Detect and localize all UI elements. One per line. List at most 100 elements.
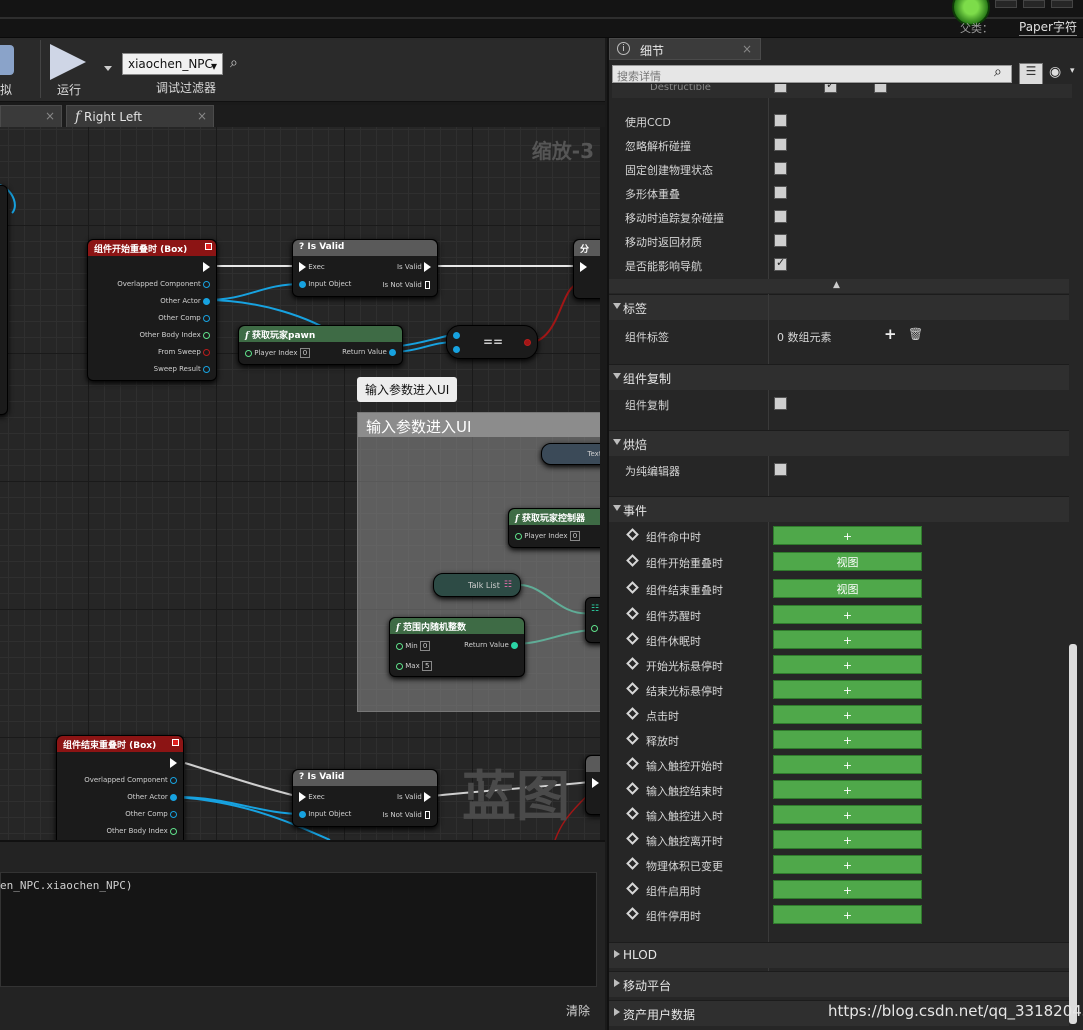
close-icon[interactable]: × (45, 109, 55, 123)
exec-out-pin[interactable] (424, 262, 431, 272)
node-array-get-partial[interactable]: ☷ (585, 597, 600, 643)
node-branch-partial[interactable]: 分 (573, 239, 600, 299)
always-create-physics-state-checkbox[interactable] (774, 162, 787, 175)
add-event-button[interactable]: + (773, 680, 922, 699)
input-pin[interactable] (453, 331, 460, 339)
section-replication[interactable]: 组件复制 (609, 364, 1069, 390)
collapse-up-icon[interactable]: ▲ (833, 280, 840, 290)
node-texture-partial[interactable]: Textu (541, 443, 600, 465)
delegate-pin-icon[interactable] (205, 243, 212, 250)
parent-class-link[interactable]: Paper字符 (1019, 18, 1077, 36)
tab-right-left[interactable]: f Right Left × (66, 105, 214, 127)
exec-in-pin[interactable] (580, 262, 587, 272)
node-end-overlap[interactable]: 组件结束重叠时 (Box) Overlapped Component Other… (56, 735, 184, 840)
player-index-input[interactable]: 0 (299, 348, 311, 358)
add-event-button[interactable]: + (773, 830, 922, 849)
search-icon[interactable]: ⌕ (994, 64, 1002, 80)
output-pin[interactable] (203, 280, 210, 288)
trace-complex-on-move-checkbox[interactable] (774, 210, 787, 223)
section-mobile[interactable]: 移动平台 (609, 971, 1069, 997)
output-pin[interactable] (170, 793, 177, 801)
add-event-button[interactable]: + (773, 655, 922, 674)
input-pin[interactable] (396, 642, 403, 650)
node-stub[interactable] (0, 185, 8, 415)
input-pin[interactable] (245, 349, 252, 357)
can-affect-navigation-checkbox[interactable] (774, 256, 787, 271)
details-search-input[interactable]: 搜索详情 (612, 65, 1012, 83)
min-input[interactable]: 0 (419, 641, 431, 651)
add-event-button[interactable]: + (773, 905, 922, 924)
node-is-valid[interactable]: ? Is Valid Exec Is Valid Input Object Is… (292, 239, 438, 297)
node-get-player-controller[interactable]: f 获取玩家控制器 Player Index 0 (508, 508, 600, 548)
node-equals[interactable]: == (446, 325, 538, 359)
checkbox[interactable] (874, 84, 887, 93)
expand-arrow-icon[interactable] (614, 1008, 620, 1016)
simulate-label[interactable]: 拟 (0, 81, 12, 98)
exec-out-pin[interactable] (203, 262, 210, 272)
section-events[interactable]: 事件 (609, 496, 1069, 522)
view-event-button[interactable]: 视图 (773, 579, 922, 598)
debug-filter-select[interactable]: xiaochen_NPC ▾ (122, 53, 223, 75)
output-pin[interactable] (203, 297, 210, 305)
add-event-button[interactable]: + (773, 880, 922, 899)
editor-only-checkbox[interactable] (774, 463, 787, 476)
node-talk-list[interactable]: Talk List ☷ (433, 573, 521, 597)
checkbox[interactable] (824, 84, 837, 93)
add-event-button[interactable]: + (773, 705, 922, 724)
ignore-analytic-collision-checkbox[interactable] (774, 138, 787, 151)
advanced-collapse-bar[interactable]: ▲ (609, 279, 1069, 293)
add-event-button[interactable]: + (773, 526, 922, 545)
exec-out-pin[interactable] (170, 758, 177, 768)
input-pin[interactable] (299, 280, 306, 288)
expand-arrow-icon[interactable] (613, 303, 621, 309)
add-event-button[interactable]: + (773, 630, 922, 649)
maximize-button[interactable] (1023, 0, 1045, 8)
exec-in-pin[interactable] (299, 262, 306, 272)
section-cooking[interactable]: 烘焙 (609, 430, 1069, 456)
comment-title[interactable]: 输入参数进入UI (358, 413, 600, 437)
node-is-valid[interactable]: ? Is Valid Exec Is Valid Input Object Is… (292, 769, 438, 827)
close-icon[interactable]: × (742, 42, 752, 56)
exec-out-pin[interactable] (424, 810, 431, 820)
close-window-button[interactable] (1051, 0, 1073, 8)
add-event-button[interactable]: + (773, 805, 922, 824)
add-event-button[interactable]: + (773, 780, 922, 799)
array-grid-icon[interactable]: ☷ (591, 604, 599, 614)
play-options-chevron-icon[interactable] (104, 66, 112, 71)
output-pin[interactable] (389, 348, 396, 356)
output-pin[interactable] (203, 331, 210, 339)
exec-in-pin[interactable] (592, 778, 599, 788)
checkbox[interactable] (774, 84, 787, 93)
input-pin[interactable] (515, 532, 522, 540)
expand-arrow-icon[interactable] (613, 439, 621, 445)
input-pin[interactable] (591, 624, 598, 632)
output-pin[interactable] (511, 641, 518, 649)
close-icon[interactable]: × (197, 109, 207, 123)
node-random-int-in-range[interactable]: f 范围内随机整数 Min 0 Return Value Max 5 (389, 617, 525, 677)
add-event-button[interactable]: + (773, 755, 922, 774)
minimize-button[interactable] (995, 0, 1017, 8)
max-input[interactable]: 5 (421, 661, 433, 671)
view-event-button[interactable]: 视图 (773, 552, 922, 571)
output-pin[interactable] (203, 348, 210, 356)
add-event-button[interactable]: + (773, 730, 922, 749)
comment-bubble[interactable]: 输入参数进入UI (357, 377, 458, 402)
add-event-button[interactable]: + (773, 855, 922, 874)
play-label[interactable]: 运行 (57, 81, 81, 98)
expand-arrow-icon[interactable] (614, 979, 620, 987)
exec-out-pin[interactable] (424, 280, 431, 290)
section-tags[interactable]: 标签 (609, 294, 1069, 320)
component-replicates-checkbox[interactable] (774, 397, 787, 410)
tab-event-graph[interactable]: × (0, 105, 62, 127)
node-branch-partial[interactable] (585, 755, 600, 815)
section-hlod[interactable]: HLOD (609, 942, 1069, 968)
property-matrix-button[interactable]: ☰ (1019, 63, 1043, 85)
play-icon[interactable] (50, 44, 86, 80)
output-pin[interactable] (170, 810, 177, 818)
search-icon[interactable]: ⌕ (230, 55, 238, 71)
use-ccd-checkbox[interactable] (774, 114, 787, 127)
output-pin[interactable] (170, 776, 177, 784)
exec-out-pin[interactable] (424, 792, 431, 802)
input-pin[interactable] (453, 345, 460, 353)
add-element-button[interactable]: + (884, 325, 897, 343)
